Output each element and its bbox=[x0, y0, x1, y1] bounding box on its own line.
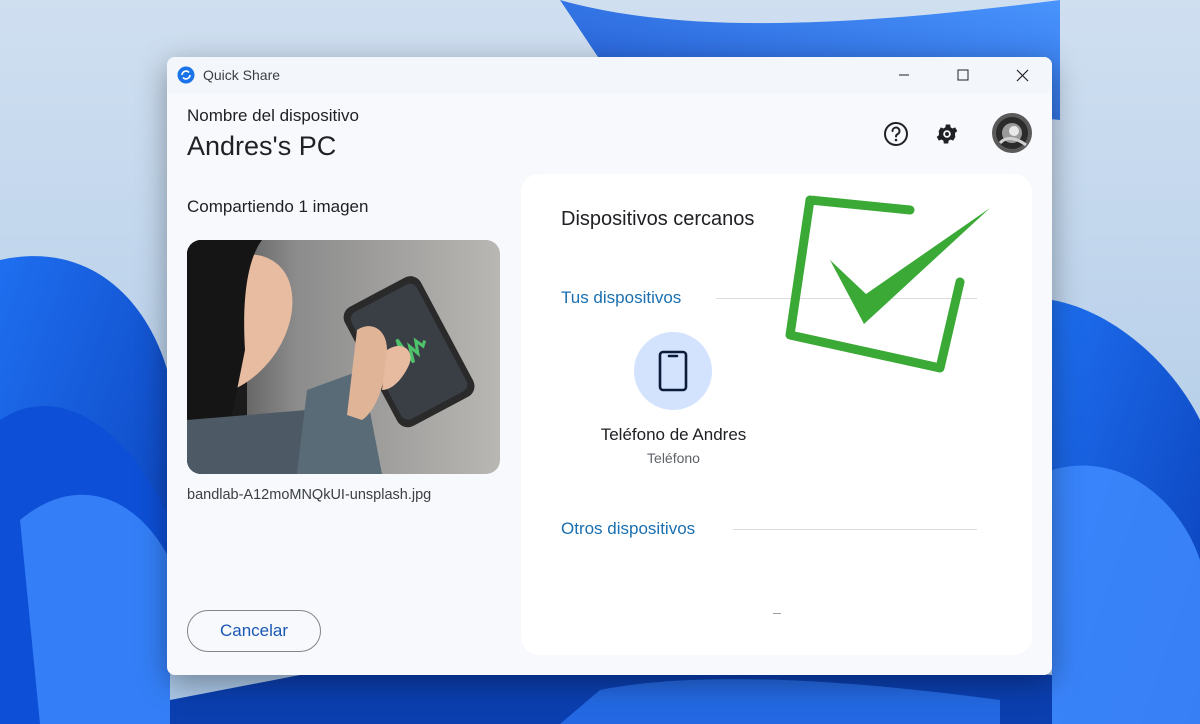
gear-icon bbox=[936, 124, 958, 144]
close-icon bbox=[1016, 69, 1028, 81]
device-name-label: Teléfono de Andres bbox=[600, 425, 747, 444]
file-name: bandlab-A12moMNQkUI-unsplash.jpg bbox=[187, 487, 432, 503]
device-name: Andres's PC bbox=[187, 131, 337, 161]
your-devices-label: Tus dispositivos bbox=[561, 288, 682, 307]
shared-image-thumbnail bbox=[187, 240, 500, 474]
avatar-image bbox=[992, 113, 1032, 153]
minimize-icon bbox=[899, 74, 909, 76]
device-type-label: Teléfono bbox=[647, 450, 700, 466]
maximize-button[interactable] bbox=[934, 57, 992, 93]
maximize-icon bbox=[957, 69, 969, 81]
help-icon bbox=[884, 122, 908, 146]
image-preview bbox=[187, 240, 500, 474]
other-devices-divider bbox=[733, 529, 977, 530]
device-tile-phone[interactable]: Teléfono de Andres Teléfono bbox=[591, 332, 756, 472]
title-bar: Quick Share bbox=[167, 57, 1052, 93]
sharing-title: Compartiendo 1 imagen bbox=[187, 197, 369, 216]
cancel-button[interactable]: Cancelar bbox=[187, 610, 321, 652]
window-title: Quick Share bbox=[203, 67, 281, 83]
close-button[interactable] bbox=[993, 57, 1051, 93]
checkmark-overlay-icon bbox=[785, 195, 990, 373]
phone-icon bbox=[658, 350, 688, 392]
account-avatar[interactable] bbox=[992, 113, 1032, 153]
nearby-devices-title: Dispositivos cercanos bbox=[561, 208, 755, 230]
other-devices-label: Otros dispositivos bbox=[561, 519, 696, 538]
minimize-button[interactable] bbox=[875, 57, 933, 93]
device-name-caption: Nombre del dispositivo bbox=[187, 106, 359, 125]
quick-share-app-icon bbox=[177, 66, 195, 84]
scanning-indicator bbox=[773, 613, 781, 614]
device-avatar bbox=[634, 332, 712, 410]
settings-button[interactable] bbox=[932, 119, 962, 149]
help-button[interactable] bbox=[881, 119, 911, 149]
